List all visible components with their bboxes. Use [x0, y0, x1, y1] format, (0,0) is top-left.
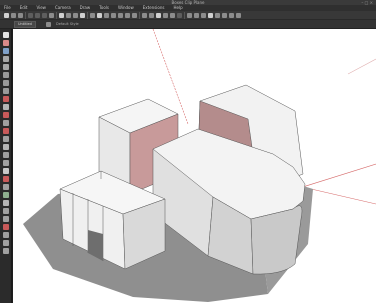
pan-icon[interactable] [3, 200, 9, 206]
xray-icon[interactable] [142, 13, 147, 18]
save-icon[interactable] [18, 13, 23, 18]
toolbar-divider [184, 12, 185, 19]
print-icon[interactable] [73, 13, 78, 18]
camera-icon[interactable] [90, 13, 95, 18]
iso-view-icon[interactable] [97, 13, 102, 18]
monochrome-icon[interactable] [177, 13, 182, 18]
right-view-icon[interactable] [118, 13, 123, 18]
orbit-icon[interactable] [3, 192, 9, 198]
tape-measure-icon[interactable] [3, 144, 9, 150]
tab-close-icon[interactable] [46, 22, 51, 27]
section-cuts-icon[interactable] [201, 13, 206, 18]
hidden-line-icon[interactable] [156, 13, 161, 18]
look-around-icon[interactable] [3, 240, 9, 246]
zoom-window-icon[interactable] [3, 216, 9, 222]
line-icon[interactable] [3, 56, 9, 62]
undo-icon[interactable] [59, 13, 64, 18]
scale-icon[interactable] [3, 128, 9, 134]
arc-icon[interactable] [3, 64, 9, 70]
redo-icon[interactable] [66, 13, 71, 18]
axis-line [347, 58, 376, 75]
tool-palette [0, 29, 12, 303]
axes-icon[interactable] [3, 176, 9, 182]
toolbar-divider [56, 12, 57, 19]
open-icon[interactable] [11, 13, 16, 18]
rotate-icon[interactable] [3, 112, 9, 118]
new-icon[interactable] [4, 13, 9, 18]
section-plane-icon[interactable] [3, 248, 9, 254]
back-view-icon[interactable] [125, 13, 130, 18]
follow-me-icon[interactable] [3, 120, 9, 126]
polygon-icon[interactable] [3, 88, 9, 94]
style-label[interactable]: Default Style [56, 21, 79, 28]
paste-icon[interactable] [42, 13, 47, 18]
3d-text-icon[interactable] [3, 184, 9, 190]
scenes-icon[interactable] [236, 13, 241, 18]
wireframe-icon[interactable] [149, 13, 154, 18]
fog-icon[interactable] [194, 13, 199, 18]
layers-icon[interactable] [229, 13, 234, 18]
move-icon[interactable] [3, 96, 9, 102]
left-view-icon[interactable] [132, 13, 137, 18]
model-info-icon[interactable] [80, 13, 85, 18]
zoom-extents-icon[interactable] [3, 224, 9, 230]
materials-icon[interactable] [215, 13, 220, 18]
model-scene [23, 29, 376, 302]
circle-icon[interactable] [3, 80, 9, 86]
select-icon[interactable] [3, 32, 9, 38]
eraser-icon[interactable] [3, 40, 9, 46]
walk-icon[interactable] [3, 232, 9, 238]
shaded-icon[interactable] [163, 13, 168, 18]
tab-document[interactable]: Untitled [14, 21, 36, 28]
shadows-icon[interactable] [187, 13, 192, 18]
protractor-icon[interactable] [3, 160, 9, 166]
zoom-icon[interactable] [3, 208, 9, 214]
paint-bucket-icon[interactable] [3, 48, 9, 54]
dimension-icon[interactable] [3, 152, 9, 158]
toolbar-divider [87, 12, 88, 19]
copy-icon[interactable] [35, 13, 40, 18]
toolbar-divider [139, 12, 140, 19]
erase-icon[interactable] [49, 13, 54, 18]
push-pull-icon[interactable] [3, 104, 9, 110]
toolbar-divider [25, 12, 26, 19]
top-view-icon[interactable] [104, 13, 109, 18]
text-icon[interactable] [3, 168, 9, 174]
front-view-icon[interactable] [111, 13, 116, 18]
shaded-texture-icon[interactable] [170, 13, 175, 18]
components-icon[interactable] [208, 13, 213, 18]
model-viewport[interactable] [13, 29, 376, 303]
cut-icon[interactable] [28, 13, 33, 18]
rectangle-icon[interactable] [3, 72, 9, 78]
styles-icon[interactable] [222, 13, 227, 18]
main-toolbar [0, 11, 376, 20]
offset-icon[interactable] [3, 136, 9, 142]
